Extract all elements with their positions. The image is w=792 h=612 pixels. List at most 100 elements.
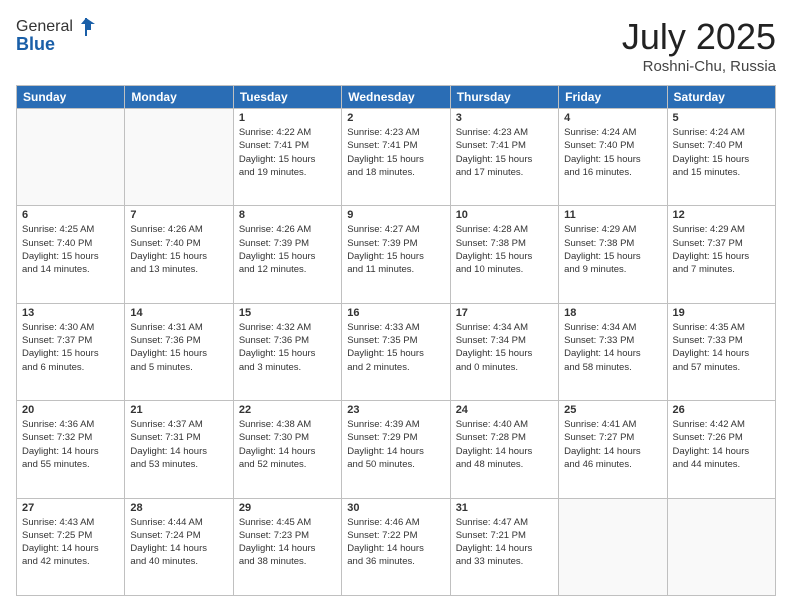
table-row: 30 Sunrise: 4:46 AM Sunset: 7:22 PM Dayli… (342, 498, 450, 595)
table-row: 10 Sunrise: 4:28 AM Sunset: 7:38 PM Dayli… (450, 206, 558, 303)
day-number: 31 (456, 502, 553, 514)
day-number: 14 (130, 307, 227, 319)
table-row: 5 Sunrise: 4:24 AM Sunset: 7:40 PM Daylig… (667, 109, 775, 206)
day-number: 18 (564, 307, 661, 319)
day-number: 17 (456, 307, 553, 319)
table-row: 26 Sunrise: 4:42 AM Sunset: 7:26 PM Dayli… (667, 401, 775, 498)
table-row: 3 Sunrise: 4:23 AM Sunset: 7:41 PM Daylig… (450, 109, 558, 206)
table-row: 23Sunrise: 4:39 AM Sunset: 7:29 PM Dayli… (342, 401, 450, 498)
table-row: 24 Sunrise: 4:40 AM Sunset: 7:28 PM Dayli… (450, 401, 558, 498)
col-thursday: Thursday (450, 86, 558, 109)
col-friday: Friday (559, 86, 667, 109)
day-info: Sunrise: 4:45 AM Sunset: 7:23 PM Dayligh… (239, 516, 336, 569)
day-info: Sunrise: 4:28 AM Sunset: 7:38 PM Dayligh… (456, 223, 553, 276)
title-location: Roshni-Chu, Russia (622, 58, 776, 75)
table-row: 6Sunrise: 4:25 AM Sunset: 7:40 PM Daylig… (17, 206, 125, 303)
table-row: 21Sunrise: 4:37 AM Sunset: 7:31 PM Dayli… (125, 401, 233, 498)
table-row: 29Sunrise: 4:45 AM Sunset: 7:23 PM Dayli… (233, 498, 341, 595)
day-info: Sunrise: 4:34 AM Sunset: 7:34 PM Dayligh… (456, 321, 553, 374)
col-saturday: Saturday (667, 86, 775, 109)
day-number: 30 (347, 502, 444, 514)
table-row: 16 Sunrise: 4:33 AM Sunset: 7:35 PM Dayli… (342, 303, 450, 400)
table-row: 31 Sunrise: 4:47 AM Sunset: 7:21 PM Dayli… (450, 498, 558, 595)
day-info: Sunrise: 4:43 AM Sunset: 7:25 PM Dayligh… (22, 516, 119, 569)
day-info: Sunrise: 4:41 AM Sunset: 7:27 PM Dayligh… (564, 418, 661, 471)
day-info: Sunrise: 4:36 AM Sunset: 7:32 PM Dayligh… (22, 418, 119, 471)
day-number: 16 (347, 307, 444, 319)
table-row: 18 Sunrise: 4:34 AM Sunset: 7:33 PM Dayli… (559, 303, 667, 400)
day-info: Sunrise: 4:40 AM Sunset: 7:28 PM Dayligh… (456, 418, 553, 471)
day-info: Sunrise: 4:39 AM Sunset: 7:29 PM Dayligh… (347, 418, 444, 471)
day-number: 15 (239, 307, 336, 319)
title-block: July 2025 Roshni-Chu, Russia (622, 16, 776, 75)
table-row: 9Sunrise: 4:27 AM Sunset: 7:39 PM Daylig… (342, 206, 450, 303)
table-row: 4 Sunrise: 4:24 AM Sunset: 7:40 PM Daylig… (559, 109, 667, 206)
day-info: Sunrise: 4:26 AM Sunset: 7:39 PM Dayligh… (239, 223, 336, 276)
calendar-header-row: Sunday Monday Tuesday Wednesday Thursday… (17, 86, 776, 109)
day-info: Sunrise: 4:29 AM Sunset: 7:37 PM Dayligh… (673, 223, 770, 276)
header: General Blue July 2025 Roshni-Chu, Russi… (16, 16, 776, 75)
day-info: Sunrise: 4:33 AM Sunset: 7:35 PM Dayligh… (347, 321, 444, 374)
day-number: 25 (564, 404, 661, 416)
table-row: 27 Sunrise: 4:43 AM Sunset: 7:25 PM Dayli… (17, 498, 125, 595)
day-number: 11 (564, 209, 661, 221)
table-row (559, 498, 667, 595)
day-number: 19 (673, 307, 770, 319)
logo-flag-icon (75, 16, 97, 38)
col-wednesday: Wednesday (342, 86, 450, 109)
table-row (17, 109, 125, 206)
logo: General Blue (16, 16, 97, 55)
col-sunday: Sunday (17, 86, 125, 109)
calendar-week-row: 27 Sunrise: 4:43 AM Sunset: 7:25 PM Dayli… (17, 498, 776, 595)
day-info: Sunrise: 4:24 AM Sunset: 7:40 PM Dayligh… (673, 126, 770, 179)
day-info: Sunrise: 4:25 AM Sunset: 7:40 PM Dayligh… (22, 223, 119, 276)
day-info: Sunrise: 4:37 AM Sunset: 7:31 PM Dayligh… (130, 418, 227, 471)
table-row: 1Sunrise: 4:22 AM Sunset: 7:41 PM Daylig… (233, 109, 341, 206)
day-info: Sunrise: 4:42 AM Sunset: 7:26 PM Dayligh… (673, 418, 770, 471)
day-number: 3 (456, 112, 553, 124)
day-info: Sunrise: 4:34 AM Sunset: 7:33 PM Dayligh… (564, 321, 661, 374)
day-number: 13 (22, 307, 119, 319)
calendar-week-row: 6Sunrise: 4:25 AM Sunset: 7:40 PM Daylig… (17, 206, 776, 303)
day-info: Sunrise: 4:47 AM Sunset: 7:21 PM Dayligh… (456, 516, 553, 569)
day-info: Sunrise: 4:23 AM Sunset: 7:41 PM Dayligh… (456, 126, 553, 179)
day-info: Sunrise: 4:31 AM Sunset: 7:36 PM Dayligh… (130, 321, 227, 374)
table-row: 14 Sunrise: 4:31 AM Sunset: 7:36 PM Dayli… (125, 303, 233, 400)
day-info: Sunrise: 4:46 AM Sunset: 7:22 PM Dayligh… (347, 516, 444, 569)
table-row (667, 498, 775, 595)
col-tuesday: Tuesday (233, 86, 341, 109)
day-info: Sunrise: 4:27 AM Sunset: 7:39 PM Dayligh… (347, 223, 444, 276)
day-number: 4 (564, 112, 661, 124)
day-number: 10 (456, 209, 553, 221)
calendar-week-row: 20Sunrise: 4:36 AM Sunset: 7:32 PM Dayli… (17, 401, 776, 498)
table-row: 12 Sunrise: 4:29 AM Sunset: 7:37 PM Dayli… (667, 206, 775, 303)
title-month: July 2025 (622, 16, 776, 58)
day-number: 28 (130, 502, 227, 514)
day-number: 7 (130, 209, 227, 221)
page: General Blue July 2025 Roshni-Chu, Russi… (0, 0, 792, 612)
day-info: Sunrise: 4:24 AM Sunset: 7:40 PM Dayligh… (564, 126, 661, 179)
day-number: 27 (22, 502, 119, 514)
day-number: 24 (456, 404, 553, 416)
day-number: 12 (673, 209, 770, 221)
day-info: Sunrise: 4:23 AM Sunset: 7:41 PM Dayligh… (347, 126, 444, 179)
day-number: 8 (239, 209, 336, 221)
day-info: Sunrise: 4:38 AM Sunset: 7:30 PM Dayligh… (239, 418, 336, 471)
table-row: 2 Sunrise: 4:23 AM Sunset: 7:41 PM Daylig… (342, 109, 450, 206)
day-info: Sunrise: 4:30 AM Sunset: 7:37 PM Dayligh… (22, 321, 119, 374)
calendar-table: Sunday Monday Tuesday Wednesday Thursday… (16, 85, 776, 596)
day-number: 22 (239, 404, 336, 416)
table-row: 28Sunrise: 4:44 AM Sunset: 7:24 PM Dayli… (125, 498, 233, 595)
table-row: 7 Sunrise: 4:26 AM Sunset: 7:40 PM Daylig… (125, 206, 233, 303)
calendar-week-row: 13 Sunrise: 4:30 AM Sunset: 7:37 PM Dayli… (17, 303, 776, 400)
table-row: 22 Sunrise: 4:38 AM Sunset: 7:30 PM Dayli… (233, 401, 341, 498)
day-number: 2 (347, 112, 444, 124)
day-number: 26 (673, 404, 770, 416)
day-info: Sunrise: 4:22 AM Sunset: 7:41 PM Dayligh… (239, 126, 336, 179)
day-info: Sunrise: 4:35 AM Sunset: 7:33 PM Dayligh… (673, 321, 770, 374)
col-monday: Monday (125, 86, 233, 109)
day-number: 5 (673, 112, 770, 124)
day-info: Sunrise: 4:32 AM Sunset: 7:36 PM Dayligh… (239, 321, 336, 374)
day-info: Sunrise: 4:26 AM Sunset: 7:40 PM Dayligh… (130, 223, 227, 276)
table-row: 17 Sunrise: 4:34 AM Sunset: 7:34 PM Dayli… (450, 303, 558, 400)
